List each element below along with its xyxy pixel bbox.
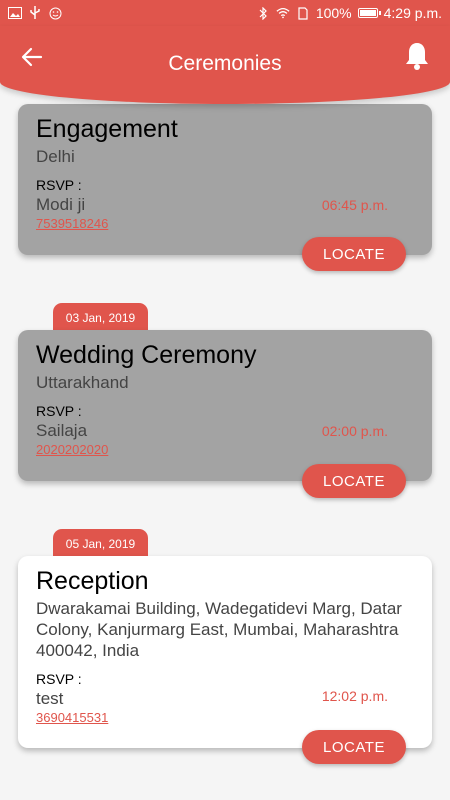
card-location: Dwarakamai Building, Wadegatidevi Marg, … — [36, 599, 402, 660]
card-location: Delhi — [36, 147, 75, 166]
rsvp-label: RSVP : — [36, 177, 82, 193]
ceremony-card[interactable]: Reception Dwarakamai Building, Wadegatid… — [18, 556, 432, 748]
card-location: Uttarakhand — [36, 373, 129, 392]
rsvp-phone-link[interactable]: 2020202020 — [36, 442, 414, 458]
locate-button[interactable]: LOCATE — [302, 237, 406, 271]
rsvp-phone-link[interactable]: 3690415531 — [36, 710, 414, 726]
ceremony-card[interactable]: Wedding Ceremony Uttarakhand RSVP : Sail… — [18, 330, 432, 481]
event-time: 06:45 p.m. — [321, 197, 388, 213]
notifications-button[interactable] — [404, 41, 432, 71]
rsvp-label: RSVP : — [36, 403, 82, 419]
locate-button[interactable]: LOCATE — [302, 464, 406, 498]
date-tag: 03 Jan, 2019 — [53, 303, 148, 333]
page-title: Ceremonies — [168, 52, 282, 75]
card-title: Engagement — [36, 115, 178, 143]
bell-icon — [406, 43, 428, 70]
ceremony-card[interactable]: Engagement Delhi RSVP : Modi ji 75395182… — [18, 104, 432, 255]
ceremony-list[interactable]: Engagement Delhi RSVP : Modi ji 75395182… — [0, 0, 450, 800]
rsvp-label: RSVP : — [36, 671, 82, 687]
app-bar: Ceremonies — [0, 26, 450, 104]
locate-button[interactable]: LOCATE — [302, 730, 406, 764]
date-tag: 05 Jan, 2019 — [53, 529, 148, 559]
rsvp-phone-link[interactable]: 7539518246 — [36, 216, 414, 232]
event-time: 12:02 p.m. — [321, 688, 388, 704]
card-title: Reception — [36, 567, 149, 595]
event-time: 02:00 p.m. — [321, 423, 388, 439]
card-title: Wedding Ceremony — [36, 341, 257, 369]
